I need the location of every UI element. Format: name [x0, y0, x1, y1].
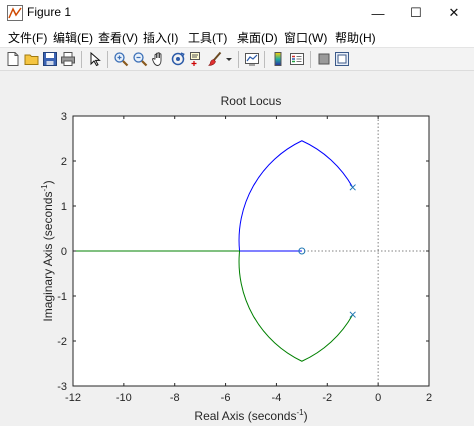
x-tick-label: -2	[322, 392, 332, 404]
show-plot-tools-icon[interactable]	[334, 51, 350, 67]
menu-bar: 文件(F) 编辑(E) 查看(V) 插入(I) 工具(T) 桌面(D) 窗口(W…	[0, 26, 474, 47]
y-tick-label: 2	[61, 156, 67, 168]
title-bar: Figure 1 — ☐ ✕	[0, 0, 474, 26]
rotate-3d-icon[interactable]	[170, 51, 186, 67]
toolbar-separator	[310, 51, 311, 68]
y-tick-label: 1	[61, 201, 67, 213]
save-icon[interactable]	[42, 51, 58, 67]
toolbar-separator	[107, 51, 108, 68]
pan-hand-icon[interactable]	[151, 51, 167, 67]
new-file-icon[interactable]	[5, 51, 21, 67]
close-button[interactable]: ✕	[436, 0, 472, 26]
menu-insert[interactable]: 插入(I)	[143, 29, 178, 46]
toolbar-separator	[81, 51, 82, 68]
x-tick-label: -8	[170, 392, 180, 404]
menu-view[interactable]: 查看(V)	[98, 29, 138, 46]
x-tick-label: -10	[116, 392, 132, 404]
pointer-icon[interactable]	[87, 51, 103, 67]
x-axis-label: Real Axis (seconds-1)	[194, 408, 307, 423]
y-tick-label: 0	[61, 246, 67, 258]
maximize-icon: ☐	[410, 5, 422, 20]
zoom-in-icon[interactable]	[113, 51, 129, 67]
colorbar-icon[interactable]	[270, 51, 286, 67]
matlab-figure-icon	[7, 5, 23, 21]
minimize-icon: —	[371, 5, 385, 21]
toolbar-separator	[238, 51, 239, 68]
chevron-down-icon[interactable]	[224, 51, 234, 67]
toolbar-separator	[264, 51, 265, 68]
minimize-button[interactable]: —	[360, 0, 396, 26]
menu-file[interactable]: 文件(F)	[8, 29, 47, 46]
menu-desktop[interactable]: 桌面(D)	[237, 29, 278, 46]
menu-tools[interactable]: 工具(T)	[188, 29, 227, 46]
figure-toolbar	[0, 47, 474, 71]
y-tick-label: 3	[61, 111, 67, 123]
y-tick-label: -3	[57, 381, 67, 393]
brush-icon[interactable]	[207, 51, 223, 67]
y-tick-label: -2	[57, 336, 67, 348]
x-tick-label: 2	[426, 392, 432, 404]
y-axis-label: Imaginary Axis (seconds-1)	[40, 180, 55, 321]
open-folder-icon[interactable]	[24, 51, 40, 67]
root-locus-plot[interactable]: -12 -10 -8 -6 -4 -2 0 2 -3-2-10123 Root Locus R…	[0, 71, 474, 426]
menu-edit[interactable]: 编辑(E)	[53, 29, 93, 46]
maximize-button[interactable]: ☐	[398, 0, 434, 26]
menu-window[interactable]: 窗口(W)	[284, 29, 327, 46]
hide-plot-tools-icon[interactable]	[316, 51, 332, 67]
data-cursor-icon[interactable]	[189, 51, 205, 67]
x-tick-label: 0	[375, 392, 381, 404]
x-tick-label: -4	[272, 392, 282, 404]
zoom-out-icon[interactable]	[132, 51, 148, 67]
chart-title: Root Locus	[221, 94, 282, 108]
figure-canvas: -12 -10 -8 -6 -4 -2 0 2 -3 -2 -1 0 1 2 3 Root Locus R…	[0, 71, 474, 426]
x-tick-label: -6	[221, 392, 231, 404]
y-tick-label: -1	[57, 291, 67, 303]
link-plot-icon[interactable]	[244, 51, 260, 67]
close-icon: ✕	[448, 5, 460, 20]
menu-help[interactable]: 帮助(H)	[335, 29, 376, 46]
x-tick-label: -12	[65, 392, 81, 404]
print-icon[interactable]	[60, 51, 76, 67]
window-title: Figure 1	[27, 5, 72, 19]
legend-icon[interactable]	[289, 51, 305, 67]
